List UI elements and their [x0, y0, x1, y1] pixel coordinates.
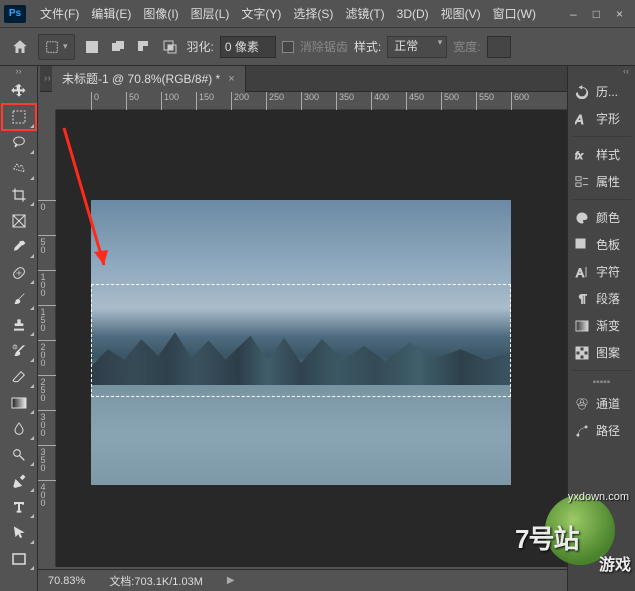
stamp-tool-icon[interactable]	[2, 312, 36, 338]
panel-history[interactable]: 历...	[568, 78, 635, 105]
path-select-tool-icon[interactable]	[2, 520, 36, 546]
blur-tool-icon[interactable]	[2, 416, 36, 442]
dodge-tool-icon[interactable]	[2, 442, 36, 468]
add-to-selection-icon[interactable]	[107, 36, 129, 58]
panel-gradients[interactable]: 渐变	[568, 312, 635, 339]
close-tab-icon[interactable]: ×	[228, 73, 234, 85]
svg-text:fx: fx	[575, 151, 584, 162]
antialias-checkbox	[282, 41, 294, 53]
canvas-area: 0 50 100 150 200 250 300 350 400 450 500…	[38, 92, 567, 567]
swatches-icon	[574, 237, 590, 253]
panel-section-hint: ▪▪▪▪▪	[568, 375, 635, 390]
menu-select[interactable]: 选择(S)	[287, 1, 339, 26]
width-input	[487, 36, 511, 58]
quick-select-tool-icon[interactable]	[2, 156, 36, 182]
document-tab-bar: ›› 未标题-1 @ 70.8%(RGB/8#) * ×	[40, 66, 567, 92]
subtract-selection-icon[interactable]	[133, 36, 155, 58]
tool-preset-dropdown[interactable]: ▾	[38, 34, 75, 60]
panel-color[interactable]: 颜色	[568, 204, 635, 231]
gradients-icon	[574, 318, 590, 334]
photoshop-logo-icon: Ps	[4, 5, 26, 23]
menu-image[interactable]: 图像(I)	[137, 1, 184, 26]
panel-character[interactable]: A字符	[568, 258, 635, 285]
panel-styles[interactable]: fx样式	[568, 141, 635, 168]
document-tab-title: 未标题-1 @ 70.8%(RGB/8#) *	[62, 70, 220, 87]
menu-edit[interactable]: 编辑(E)	[85, 1, 137, 26]
eraser-tool-icon[interactable]	[2, 364, 36, 390]
menu-layer[interactable]: 图层(L)	[185, 1, 236, 26]
brush-tool-icon[interactable]	[2, 286, 36, 312]
selection-mode-icons	[81, 36, 181, 58]
crop-tool-icon[interactable]	[2, 182, 36, 208]
menu-bar: Ps 文件(F) 编辑(E) 图像(I) 图层(L) 文字(Y) 选择(S) 滤…	[0, 0, 635, 28]
antialias-label: 消除锯齿	[300, 38, 348, 55]
character-icon: A	[574, 264, 590, 280]
panel-patterns[interactable]: 图案	[568, 339, 635, 366]
history-icon	[574, 84, 590, 100]
new-selection-icon[interactable]	[81, 36, 103, 58]
style-label: 样式:	[354, 38, 381, 55]
menu-type[interactable]: 文字(Y)	[235, 1, 287, 26]
home-icon[interactable]	[8, 35, 32, 59]
panel-swatches[interactable]: 色板	[568, 231, 635, 258]
options-bar: ▾ 羽化: 消除锯齿 样式: 正常 ▾ 宽度:	[0, 28, 635, 66]
collapse-grip-icon[interactable]: ‹‹	[568, 66, 635, 78]
intersect-selection-icon[interactable]	[159, 36, 181, 58]
styles-icon: fx	[574, 147, 590, 163]
close-window-icon[interactable]: ×	[616, 7, 623, 21]
patterns-icon	[574, 345, 590, 361]
minimize-icon[interactable]: –	[570, 7, 577, 21]
panel-paths[interactable]: 路径	[568, 417, 635, 444]
lasso-tool-icon[interactable]	[2, 130, 36, 156]
right-panel-dock: ‹‹ 历... A字形 fx样式 属性 颜色 色板 A字符 段落 渐变 图案 ▪…	[567, 66, 635, 591]
paths-icon	[574, 423, 590, 439]
color-icon	[574, 210, 590, 226]
history-brush-tool-icon[interactable]	[2, 338, 36, 364]
menu-window[interactable]: 窗口(W)	[487, 1, 542, 26]
menu-3d[interactable]: 3D(D)	[391, 3, 435, 25]
svg-text:A: A	[576, 266, 584, 279]
maximize-icon[interactable]: □	[593, 7, 600, 21]
menu-filter[interactable]: 滤镜(T)	[339, 1, 390, 26]
panel-paragraph[interactable]: 段落	[568, 285, 635, 312]
paragraph-icon	[574, 291, 590, 307]
menu-file[interactable]: 文件(F)	[34, 1, 85, 26]
panel-channels[interactable]: 通道	[568, 390, 635, 417]
window-controls: – □ ×	[570, 7, 631, 21]
shape-tool-icon[interactable]	[2, 546, 36, 572]
move-tool-icon[interactable]	[2, 78, 36, 104]
pen-tool-icon[interactable]	[2, 468, 36, 494]
toolbox: ››	[0, 66, 38, 591]
status-bar: 70.83% 文档:703.1K/1.03M ▶	[38, 569, 567, 591]
canvas-viewport[interactable]	[56, 110, 567, 567]
feather-label: 羽化:	[187, 38, 214, 55]
toolbox-collapse-icon[interactable]: ››	[0, 66, 37, 78]
channels-icon	[574, 396, 590, 412]
eyedropper-tool-icon[interactable]	[2, 234, 36, 260]
doc-info[interactable]: 文档:703.1K/1.03M	[109, 573, 203, 589]
status-flyout-icon[interactable]: ▶	[227, 575, 235, 586]
gradient-tool-icon[interactable]	[2, 390, 36, 416]
width-label: 宽度:	[453, 38, 480, 55]
healing-tool-icon[interactable]	[2, 260, 36, 286]
frame-tool-icon[interactable]	[2, 208, 36, 234]
marquee-tool-icon[interactable]	[2, 104, 36, 130]
type-tool-icon[interactable]	[2, 494, 36, 520]
marquee-selection[interactable]	[91, 284, 511, 397]
properties-icon	[574, 174, 590, 190]
panel-properties[interactable]: 属性	[568, 168, 635, 195]
panel-glyphs[interactable]: A字形	[568, 105, 635, 132]
tab-handle-icon[interactable]: ››	[40, 73, 52, 84]
feather-input[interactable]	[220, 36, 276, 58]
glyphs-icon: A	[574, 111, 590, 127]
menu-view[interactable]: 视图(V)	[435, 1, 487, 26]
style-select[interactable]: 正常 ▾	[387, 36, 447, 58]
horizontal-ruler[interactable]: 0 50 100 150 200 250 300 350 400 450 500…	[56, 92, 567, 110]
svg-text:A: A	[575, 112, 584, 126]
zoom-level[interactable]: 70.83%	[48, 575, 85, 587]
ruler-origin-icon[interactable]	[38, 92, 56, 110]
document-tab[interactable]: 未标题-1 @ 70.8%(RGB/8#) * ×	[52, 66, 246, 92]
vertical-ruler[interactable]: 0 50 100 150 200 250 300 350 400	[38, 110, 56, 567]
